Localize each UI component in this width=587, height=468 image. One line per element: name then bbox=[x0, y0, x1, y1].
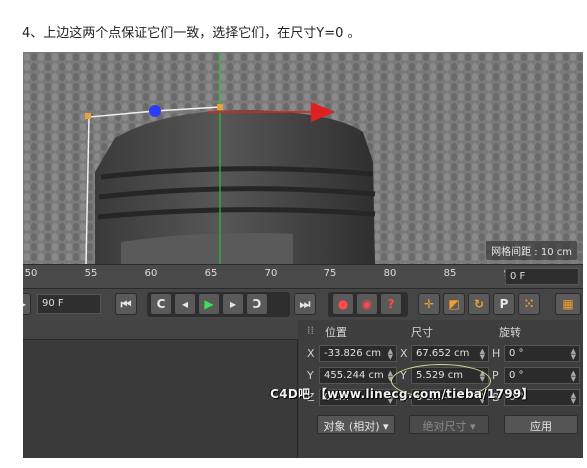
chevron-down-icon: ▾ bbox=[383, 420, 389, 433]
help-icon[interactable]: ? bbox=[380, 293, 402, 315]
next-key-button[interactable]: Ɔ bbox=[246, 293, 268, 315]
rotation-h-value: 0 ° bbox=[509, 348, 524, 359]
current-frame-field[interactable]: 0 F bbox=[505, 268, 579, 285]
next-frame-button[interactable]: ▸ bbox=[222, 293, 244, 315]
axis-label: P bbox=[492, 369, 499, 382]
position-header: 位置 bbox=[325, 326, 347, 339]
position-x-value: -33.826 cm bbox=[324, 348, 382, 359]
spinner-icon[interactable]: ▲ ▼ bbox=[571, 370, 576, 383]
spinner-icon[interactable]: ▲ ▼ bbox=[571, 392, 576, 405]
panel-header-bar bbox=[23, 320, 298, 340]
spinner-icon[interactable]: ▲ ▼ bbox=[571, 348, 576, 361]
transport-toolbar: ▸ 90 F ⏮ C ◂ ▶ ▸ Ɔ ⏭ ● ◉ ? ✛ ◩ ↻ P ⁙ ▦ bbox=[23, 288, 583, 320]
point-handle[interactable] bbox=[85, 113, 91, 119]
watermark-text: C4D吧 【www.linecg.com/tieba/1799】 bbox=[270, 387, 534, 401]
rotation-h-field[interactable]: 0 ° ▲ ▼ bbox=[504, 345, 580, 362]
point-handle[interactable] bbox=[217, 104, 223, 110]
axis-center-handle[interactable] bbox=[149, 105, 161, 117]
ruler-tick: 65 bbox=[204, 268, 218, 279]
size-header: 尺寸 bbox=[411, 326, 433, 339]
play-button[interactable]: ▶ bbox=[198, 293, 220, 315]
scale-icon[interactable]: ◩ bbox=[443, 293, 465, 315]
object-panel bbox=[23, 320, 298, 458]
ruler-tick: 70 bbox=[264, 268, 278, 279]
p-icon[interactable]: P bbox=[493, 293, 515, 315]
axis-label: H bbox=[492, 347, 501, 360]
coordinate-mode-label: 对象 (相对) bbox=[323, 420, 380, 433]
move-icon[interactable]: ✛ bbox=[418, 293, 440, 315]
size-x-value: 67.652 cm bbox=[416, 348, 470, 359]
prev-frame-button[interactable]: ◂ bbox=[174, 293, 196, 315]
coordinate-mode-select[interactable]: 对象 (相对) ▾ bbox=[317, 415, 395, 434]
timeline-ruler[interactable]: 50 55 60 65 70 75 80 85 90 0 F bbox=[23, 264, 583, 288]
rotate-icon[interactable]: ↻ bbox=[468, 293, 490, 315]
spinner-icon[interactable]: ▲ ▼ bbox=[388, 348, 393, 361]
step-caption: 4、上边这两个点保证它们一致，选择它们，在尺寸Y=0 。 bbox=[22, 26, 361, 41]
go-to-start-button[interactable]: ⏮ bbox=[115, 293, 137, 315]
rotation-p-value: 0 ° bbox=[509, 370, 524, 381]
grid-dots-icon[interactable]: ⁙ bbox=[518, 293, 540, 315]
grid-spacing-label: 网格间距 : 10 cm bbox=[486, 241, 577, 260]
autokey-icon[interactable]: ◉ bbox=[356, 293, 378, 315]
position-x-field[interactable]: -33.826 cm ▲ ▼ bbox=[319, 345, 397, 362]
apply-button[interactable]: 应用 bbox=[504, 415, 578, 434]
viewport-scene bbox=[23, 52, 583, 264]
spinner-icon[interactable]: ▲ ▼ bbox=[480, 348, 485, 361]
ruler-tick: 80 bbox=[383, 268, 397, 279]
ruler-tick: 60 bbox=[144, 268, 158, 279]
chevron-down-icon: ▾ bbox=[469, 420, 476, 433]
size-mode-label: 绝对尺寸 bbox=[422, 420, 467, 433]
prev-key-button[interactable]: C bbox=[150, 293, 172, 315]
left-arrow-icon[interactable]: ▸ bbox=[23, 293, 31, 315]
ruler-tick: 85 bbox=[443, 268, 457, 279]
rotation-header: 旋转 bbox=[499, 326, 521, 339]
axis-label: X bbox=[307, 347, 315, 360]
position-y-field[interactable]: 455.244 cm ▲ ▼ bbox=[319, 367, 397, 384]
go-to-end-button[interactable]: ⏭ bbox=[294, 293, 316, 315]
axis-label: Y bbox=[307, 369, 314, 382]
size-x-field[interactable]: 67.652 cm ▲ ▼ bbox=[411, 345, 489, 362]
3d-viewport[interactable]: 网格间距 : 10 cm bbox=[23, 52, 583, 264]
ruler-tick: 50 bbox=[24, 268, 38, 279]
rotation-p-field[interactable]: 0 ° ▲ ▼ bbox=[504, 367, 580, 384]
size-mode-select[interactable]: 绝对尺寸 ▾ bbox=[409, 415, 489, 434]
position-y-value: 455.244 cm bbox=[324, 370, 384, 381]
layout-icon[interactable]: ▦ bbox=[555, 293, 581, 315]
axis-label: X bbox=[400, 347, 408, 360]
ruler-tick: 75 bbox=[323, 268, 337, 279]
record-icon[interactable]: ● bbox=[332, 293, 354, 315]
grip-icon: ⁞⁞ bbox=[307, 324, 314, 337]
end-frame-field[interactable]: 90 F bbox=[37, 294, 101, 314]
ruler-tick: 55 bbox=[84, 268, 98, 279]
